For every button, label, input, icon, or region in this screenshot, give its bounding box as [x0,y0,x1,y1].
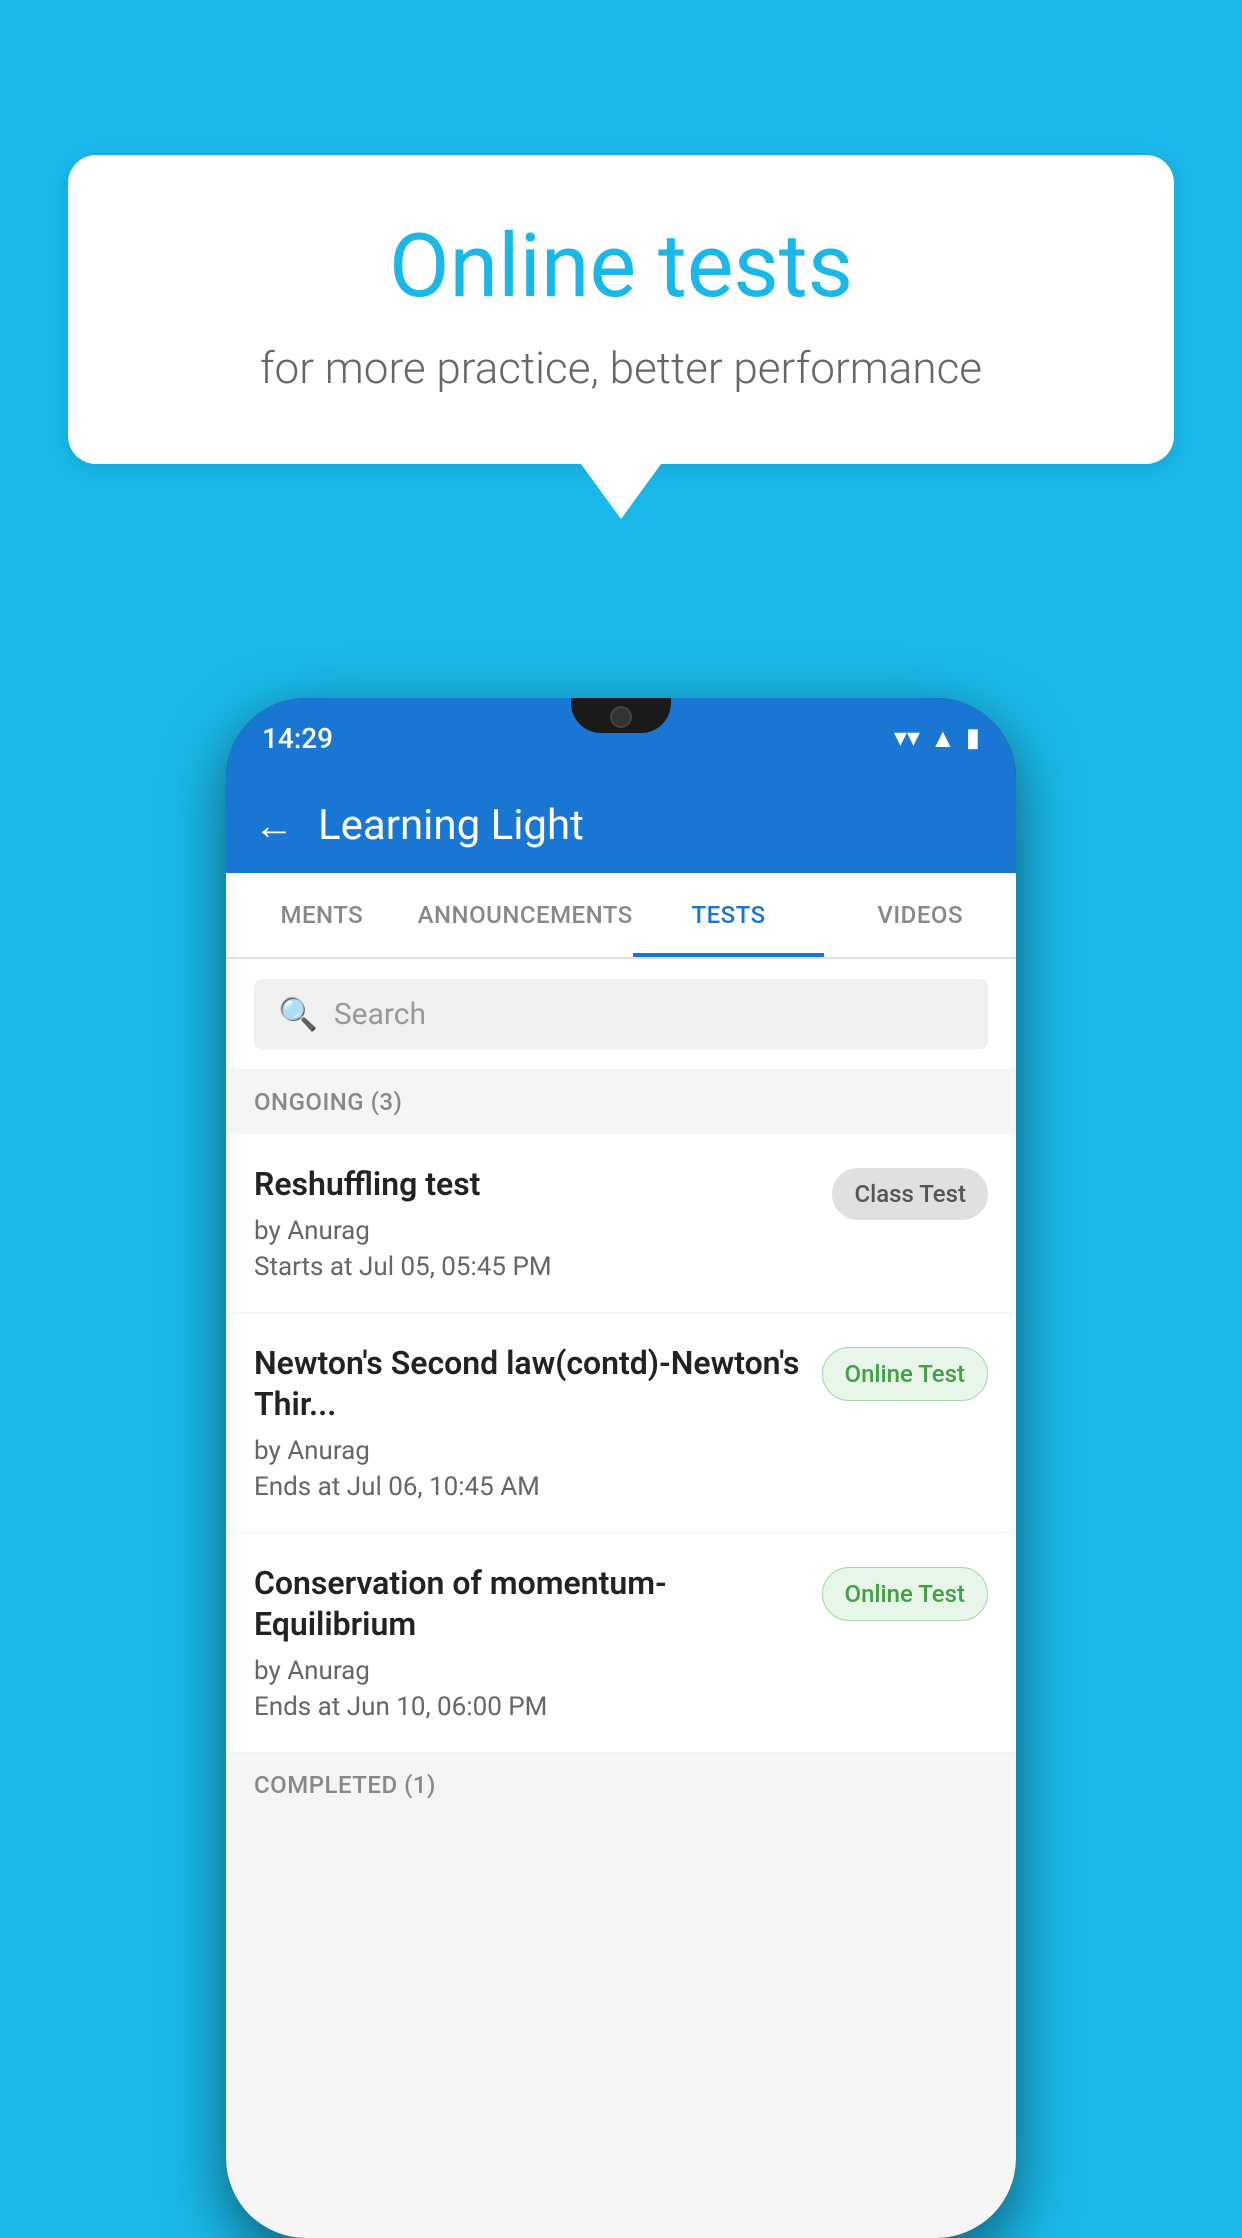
status-time: 14:29 [262,722,333,755]
speech-bubble-subtitle: for more practice, better performance [148,342,1094,394]
test-item-title: Reshuffling test [254,1164,812,1206]
speech-bubble-tail [581,464,661,519]
wifi-icon: ▾▾ [894,723,920,753]
test-item-content: Conservation of momentum-Equilibrium by … [254,1563,802,1722]
test-badge: Online Test [822,1347,988,1401]
list-item[interactable]: Newton's Second law(contd)-Newton's Thir… [226,1313,1016,1533]
tab-ments[interactable]: MENTS [226,873,418,957]
test-badge: Online Test [822,1567,988,1621]
test-item-time: Starts at Jul 05, 05:45 PM [254,1252,812,1282]
test-badge: Class Test [832,1168,988,1220]
list-item[interactable]: Reshuffling test by Anurag Starts at Jul… [226,1134,1016,1313]
tab-videos[interactable]: VIDEOS [824,873,1016,957]
speech-bubble-section: Online tests for more practice, better p… [68,155,1174,519]
tab-announcements[interactable]: ANNOUNCEMENTS [418,873,633,957]
app-bar-title: Learning Light [318,801,584,850]
test-item-title: Conservation of momentum-Equilibrium [254,1563,802,1646]
test-item-time: Ends at Jul 06, 10:45 AM [254,1472,802,1502]
status-bar: 14:29 ▾▾ ▲ ▮ [226,698,1016,778]
tabs-container: MENTS ANNOUNCEMENTS TESTS VIDEOS [226,873,1016,959]
phone-frame: 14:29 ▾▾ ▲ ▮ ← Learning Light MENTS ANNO… [226,698,1016,2238]
search-placeholder: Search [334,997,426,1032]
list-item[interactable]: Conservation of momentum-Equilibrium by … [226,1533,1016,1753]
battery-icon: ▮ [966,723,980,753]
tab-tests[interactable]: TESTS [633,873,825,957]
camera-icon [610,706,632,728]
phone-notch [571,698,671,733]
search-bar: 🔍 Search [226,959,1016,1070]
test-item-title: Newton's Second law(contd)-Newton's Thir… [254,1343,802,1426]
speech-bubble: Online tests for more practice, better p… [68,155,1174,464]
signal-icon: ▲ [930,723,956,754]
phone-content: 🔍 Search ONGOING (3) Reshuffling test by… [226,959,1016,2238]
status-icons: ▾▾ ▲ ▮ [894,723,980,754]
test-item-author: by Anurag [254,1656,802,1686]
completed-section-label: COMPLETED (1) [226,1753,1016,1817]
speech-bubble-title: Online tests [148,215,1094,318]
test-item-time: Ends at Jun 10, 06:00 PM [254,1692,802,1722]
back-button[interactable]: ← [254,802,294,849]
test-item-author: by Anurag [254,1436,802,1466]
test-item-content: Newton's Second law(contd)-Newton's Thir… [254,1343,802,1502]
test-item-content: Reshuffling test by Anurag Starts at Jul… [254,1164,812,1282]
search-input-wrapper[interactable]: 🔍 Search [254,979,988,1049]
app-bar: ← Learning Light [226,778,1016,873]
ongoing-section-label: ONGOING (3) [226,1070,1016,1134]
search-icon: 🔍 [278,995,318,1033]
test-item-author: by Anurag [254,1216,812,1246]
